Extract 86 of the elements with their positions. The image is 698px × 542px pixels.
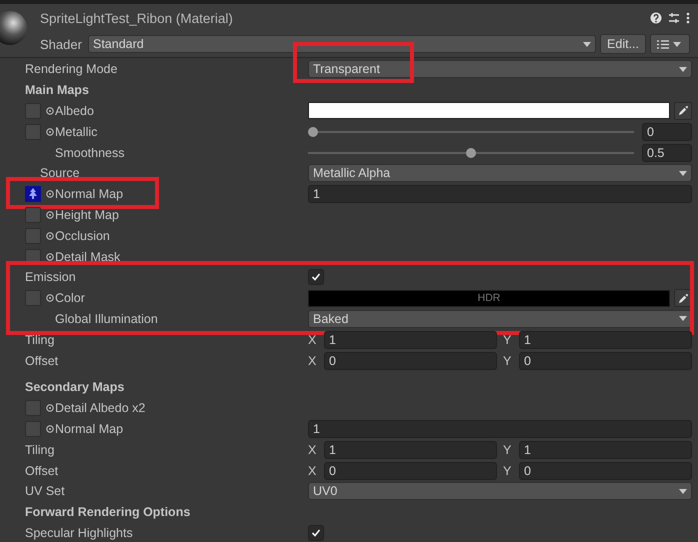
slider-track[interactable] xyxy=(308,148,634,158)
property-label: Rendering Mode xyxy=(25,62,118,76)
property-label: Offset xyxy=(25,354,58,368)
caret-icon xyxy=(679,488,687,494)
property-label: Occlusion xyxy=(55,228,110,243)
help-icon[interactable] xyxy=(650,12,662,24)
property-label: Normal Map xyxy=(55,422,124,436)
more-icon[interactable] xyxy=(686,12,690,24)
material-title: SpriteLightTest_Ribon (Material) xyxy=(39,10,234,26)
property-label: Offset xyxy=(25,464,58,478)
axis-label: X xyxy=(308,332,318,347)
property-label: Tiling xyxy=(25,442,54,457)
target-icon xyxy=(46,190,54,198)
edit-button[interactable]: Edit... xyxy=(600,34,646,54)
target-icon xyxy=(46,404,54,412)
eyedropper-icon xyxy=(678,292,688,304)
property-label: Global Illumination xyxy=(55,312,158,326)
texture-slot[interactable] xyxy=(25,206,41,223)
checkbox[interactable] xyxy=(308,269,324,286)
property-label: Normal Map xyxy=(55,187,124,202)
section-title: Secondary Maps xyxy=(25,380,124,394)
dropdown[interactable]: Transparent xyxy=(308,60,692,78)
property-label: Emission xyxy=(25,270,76,284)
number-field[interactable]: 0 xyxy=(324,352,497,370)
target-icon xyxy=(46,232,54,240)
checkmark-icon xyxy=(311,272,321,282)
axis-label: Y xyxy=(503,442,512,457)
property-label: Detail Albedo x2 xyxy=(55,401,146,416)
property-label: Source xyxy=(40,166,80,180)
number-field[interactable]: 0 xyxy=(324,462,497,480)
property-label: Smoothness xyxy=(55,146,124,160)
checkbox[interactable] xyxy=(308,524,324,541)
color-field[interactable] xyxy=(308,102,670,120)
property-label: Detail Mask xyxy=(55,250,120,264)
caret-icon xyxy=(679,316,687,322)
dropdown[interactable]: Metallic Alpha xyxy=(308,164,692,182)
caret-icon xyxy=(673,42,681,46)
eyedropper-button[interactable] xyxy=(674,102,692,120)
target-icon xyxy=(46,106,54,115)
caret-icon xyxy=(583,42,592,46)
target-icon xyxy=(46,424,54,433)
property-label: Tiling xyxy=(25,332,54,347)
property-label: Albedo xyxy=(55,104,94,118)
dropdown[interactable]: UV0 xyxy=(308,482,692,500)
property-label: Height Map xyxy=(55,208,119,222)
number-field[interactable]: 1 xyxy=(324,440,497,459)
target-icon xyxy=(46,294,54,302)
axis-label: X xyxy=(308,442,318,457)
axis-label: Y xyxy=(503,354,512,368)
dropdown[interactable]: Baked xyxy=(308,310,692,328)
axis-label: X xyxy=(308,354,318,368)
target-icon xyxy=(46,252,54,261)
number-field[interactable]: 0.5 xyxy=(642,144,692,162)
section-title: Main Maps xyxy=(25,83,89,98)
number-field[interactable]: 0 xyxy=(642,122,692,141)
property-label: Color xyxy=(55,291,85,306)
sliders-icon[interactable] xyxy=(668,12,680,24)
shader-label: Shader xyxy=(39,36,83,52)
number-field[interactable]: 0 xyxy=(519,352,692,370)
number-field[interactable]: 1 xyxy=(324,330,497,349)
slider-thumb[interactable] xyxy=(466,148,476,158)
section-title: Forward Rendering Options xyxy=(25,505,190,520)
number-field[interactable]: 1 xyxy=(308,420,692,438)
axis-label: Y xyxy=(503,464,512,478)
slider-track[interactable] xyxy=(308,126,634,137)
number-field[interactable]: 0 xyxy=(519,462,692,480)
property-label: Metallic xyxy=(55,124,98,139)
caret-icon xyxy=(679,66,687,72)
checkmark-icon xyxy=(311,528,321,538)
property-label: UV Set xyxy=(25,484,65,498)
slider-thumb[interactable] xyxy=(308,126,318,137)
target-icon xyxy=(46,128,54,136)
number-field[interactable]: 1 xyxy=(519,330,692,349)
color-field[interactable]: HDR xyxy=(308,290,670,307)
caret-icon xyxy=(679,170,687,176)
axis-label: Y xyxy=(503,332,512,347)
eyedropper-icon xyxy=(678,105,688,116)
number-field[interactable]: 1 xyxy=(519,440,692,459)
axis-label: X xyxy=(308,464,318,478)
property-label: Specular Highlights xyxy=(25,526,133,540)
target-icon xyxy=(46,210,54,219)
list-icon xyxy=(657,40,669,48)
number-field[interactable]: 1 xyxy=(308,185,692,204)
list-menu-button[interactable] xyxy=(650,34,690,54)
shader-dropdown[interactable]: Standard xyxy=(88,35,596,53)
tree-texture-icon[interactable] xyxy=(25,186,41,202)
